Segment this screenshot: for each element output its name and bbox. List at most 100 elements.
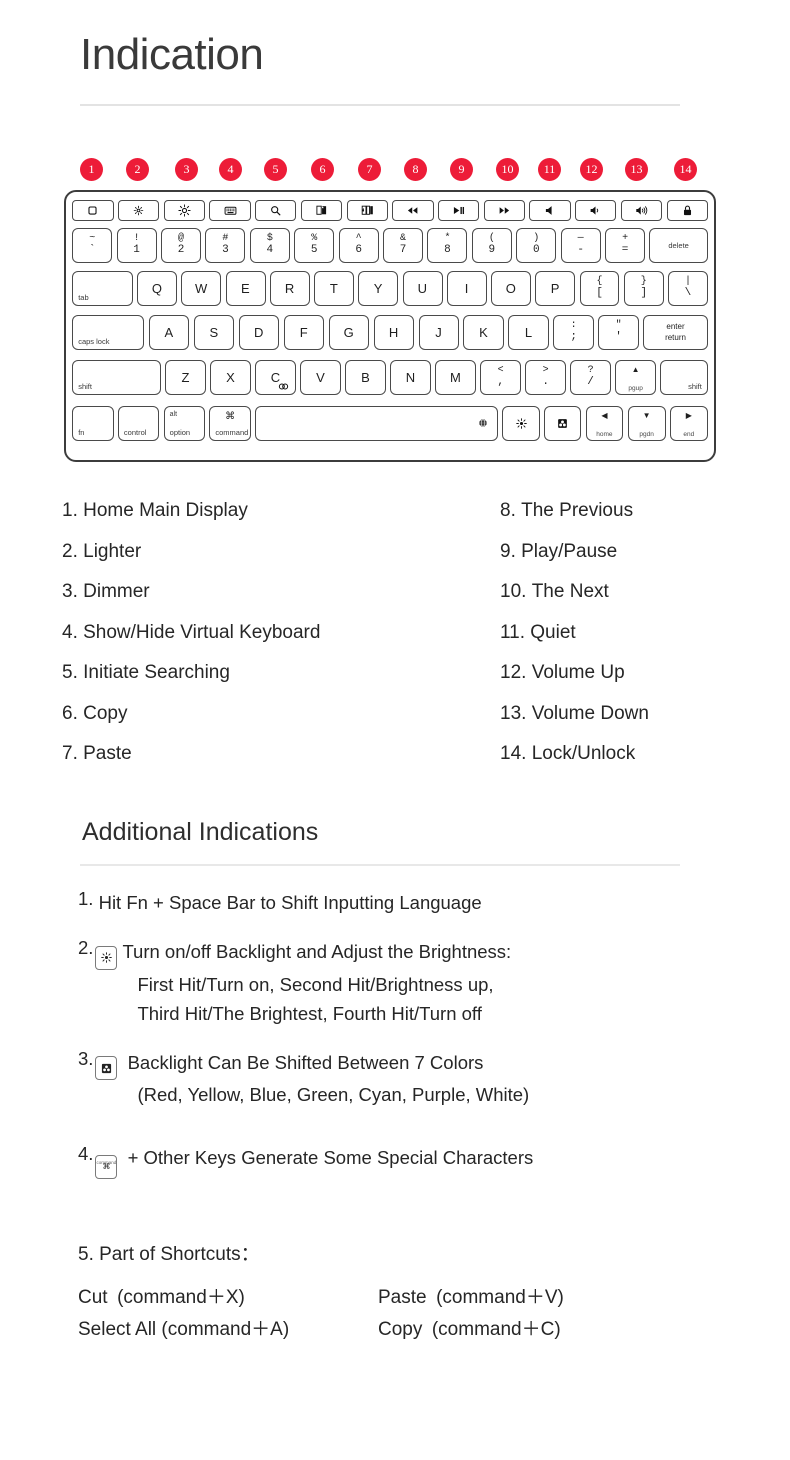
key-delete[interactable]: delete xyxy=(649,227,708,263)
key-caps-lock[interactable]: caps lock xyxy=(72,314,145,350)
key-l[interactable]: L xyxy=(508,314,549,350)
key-\[interactable]: | \ xyxy=(668,270,708,306)
key-fn-search[interactable] xyxy=(255,200,297,221)
key-period[interactable]: >. xyxy=(525,359,566,395)
key-h[interactable]: H xyxy=(373,314,415,350)
indication-item-number: 6. xyxy=(62,702,84,724)
key-u[interactable]: U xyxy=(402,270,443,306)
additional-item-4-number: 4. xyxy=(78,1143,94,1164)
key-command[interactable]: ⌘ command xyxy=(209,405,251,441)
pgup-label: pgup xyxy=(628,384,643,392)
key-p[interactable]: P xyxy=(535,270,576,306)
key-arrow-right-end[interactable]: ▶ end xyxy=(669,405,708,441)
key-s[interactable]: S xyxy=(193,314,235,350)
key-semicolon[interactable]: :; xyxy=(553,314,594,350)
key-j[interactable]: J xyxy=(418,314,460,350)
key-a[interactable]: A xyxy=(148,314,190,350)
key-fn-dimmer[interactable] xyxy=(163,200,205,221)
key-7[interactable]: & 7 xyxy=(383,227,424,263)
key-o[interactable]: O xyxy=(491,270,531,306)
key-fn-lock-unlock[interactable] xyxy=(666,200,708,221)
key-arrow-left-home[interactable]: ◀ home xyxy=(585,405,624,441)
key-control[interactable]: control xyxy=(117,405,160,441)
indication-item-4: 4. Show/Hide Virtual Keyboard xyxy=(62,622,462,644)
key-left-shift[interactable]: shift xyxy=(72,359,162,395)
key-m[interactable]: M xyxy=(435,359,476,395)
key-=[interactable]: + = xyxy=(605,227,646,263)
key-v[interactable]: V xyxy=(300,359,341,395)
key-3[interactable]: #3 xyxy=(205,227,246,263)
key-quote[interactable]: " ' xyxy=(598,314,639,350)
option-label: option xyxy=(169,427,191,437)
badge-1: 1 xyxy=(80,158,103,181)
indication-item-label: The Previous xyxy=(521,500,634,521)
arrow-icon: ◀ xyxy=(601,410,608,420)
key-enter[interactable]: enter return xyxy=(643,314,708,350)
key-i[interactable]: I xyxy=(446,270,487,306)
key-arrow-up-pgup[interactable]: ▲ pgup xyxy=(615,359,656,395)
key-backlight-color[interactable] xyxy=(543,405,582,441)
key-c[interactable]: C xyxy=(255,359,297,395)
indication-item-number: 5. xyxy=(62,662,84,683)
key-fn-paste[interactable] xyxy=(346,200,388,221)
key-][interactable]: }] xyxy=(623,270,664,306)
key-fn-volume-up[interactable] xyxy=(575,200,617,221)
key-fn-home[interactable] xyxy=(72,200,114,221)
key-x[interactable]: X xyxy=(210,359,252,395)
option-upper-label: alt xyxy=(169,410,178,418)
key-fn-volume-down[interactable] xyxy=(620,200,663,221)
key-right-shift[interactable]: shift xyxy=(660,359,708,395)
key-f[interactable]: F xyxy=(283,314,325,350)
key-b[interactable]: B xyxy=(345,359,386,395)
key-g[interactable]: G xyxy=(328,314,370,350)
indication-item-11: 11. Quiet xyxy=(500,622,780,644)
key-upper-legend: { xyxy=(596,276,603,287)
key-lower-legend: 7 xyxy=(399,244,407,256)
key-slash[interactable]: ? / xyxy=(570,359,611,395)
key-9[interactable]: (9 xyxy=(471,227,512,263)
key-fn-lighter[interactable] xyxy=(117,200,160,221)
key-space[interactable] xyxy=(255,405,499,441)
key-backlight[interactable] xyxy=(502,405,540,441)
key-comma[interactable]: <, xyxy=(480,359,521,395)
key-legend: I xyxy=(464,280,469,296)
key-z[interactable]: Z xyxy=(165,359,207,395)
arrow-key-label: pgdn xyxy=(639,430,654,438)
key-4[interactable]: $4 xyxy=(249,227,290,263)
key-6[interactable]: ^ 6 xyxy=(338,227,379,263)
key-t[interactable]: T xyxy=(314,270,355,306)
key-fn-copy[interactable] xyxy=(300,200,343,221)
key-d[interactable]: D xyxy=(238,314,280,350)
key-fn[interactable]: fn xyxy=(72,405,114,441)
additional-item-2-line2: First Hit/Turn on, Second Hit/Brightness… xyxy=(137,973,494,995)
key-2[interactable]: @2 xyxy=(161,227,202,263)
key-fn-next[interactable] xyxy=(483,200,525,221)
key-legend: D xyxy=(254,324,264,340)
badge-7: 7 xyxy=(358,158,381,181)
rewind-icon xyxy=(406,204,419,217)
key--[interactable]: — - xyxy=(560,227,601,263)
key-0[interactable]: ) 0 xyxy=(516,227,557,263)
key-1[interactable]: ! 1 xyxy=(116,227,157,263)
key-fn-quiet[interactable] xyxy=(529,200,571,221)
key-q[interactable]: Q xyxy=(137,270,178,306)
key-fn-previous[interactable] xyxy=(392,200,434,221)
key-fn-virtual-keyboard[interactable] xyxy=(209,200,251,221)
key-n[interactable]: N xyxy=(390,359,431,395)
key-r[interactable]: R xyxy=(269,270,310,306)
key-option[interactable]: alt option xyxy=(163,405,206,441)
key-5[interactable]: % 5 xyxy=(294,227,335,263)
key-e[interactable]: E xyxy=(225,270,266,306)
key-fn-play-pause[interactable] xyxy=(437,200,480,221)
key-legend: tab xyxy=(78,292,89,302)
key-8[interactable]: * 8 xyxy=(427,227,468,263)
key-w[interactable]: W xyxy=(181,270,222,306)
key-k[interactable]: K xyxy=(463,314,505,350)
key-y[interactable]: Y xyxy=(358,270,399,306)
key-arrow-down-pgdn[interactable]: ▼ pgdn xyxy=(627,405,666,441)
key-upper-legend: ^ xyxy=(355,233,362,244)
key-[[interactable]: {[ xyxy=(579,270,620,306)
key-`[interactable]: ~ ` xyxy=(72,227,113,263)
key-tab[interactable]: tab xyxy=(72,270,133,306)
